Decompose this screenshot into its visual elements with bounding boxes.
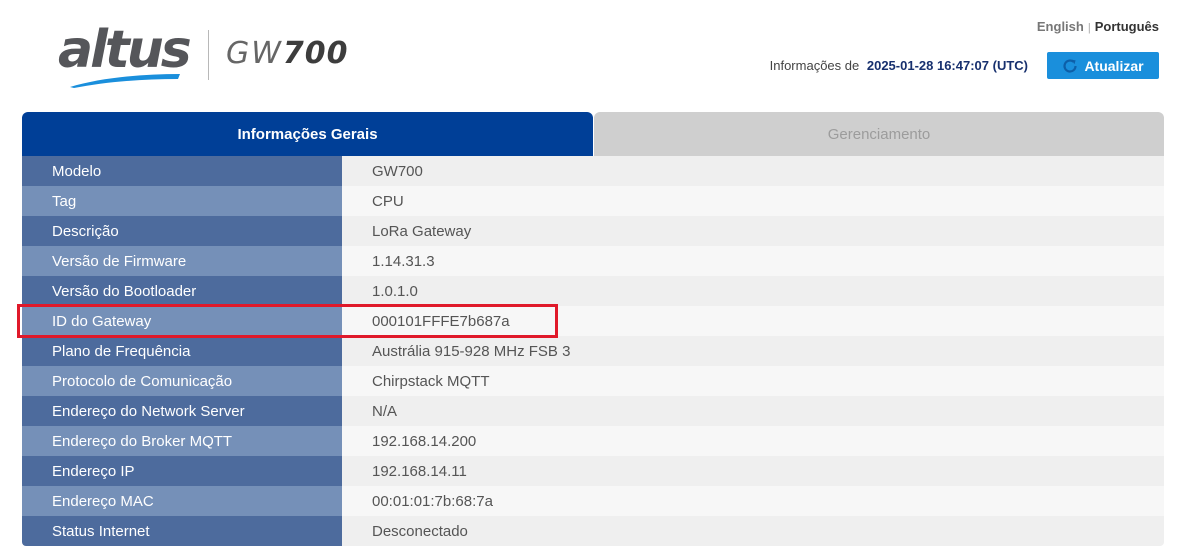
table-row: Descrição LoRa Gateway bbox=[22, 216, 1164, 246]
language-selector: English | Português bbox=[1037, 19, 1159, 34]
tab-informacoes-gerais[interactable]: Informações Gerais bbox=[22, 112, 593, 156]
language-separator: | bbox=[1087, 22, 1091, 34]
row-value: N/A bbox=[342, 396, 1164, 426]
language-english-link[interactable]: English bbox=[1037, 19, 1084, 34]
general-info-table: Modelo GW700 Tag CPU Descrição LoRa Gateway… bbox=[22, 156, 1164, 546]
logo-divider bbox=[208, 30, 209, 80]
row-value: LoRa Gateway bbox=[342, 216, 1164, 246]
row-value: Desconectado bbox=[342, 516, 1164, 546]
row-value: 192.168.14.11 bbox=[342, 456, 1164, 486]
row-value: CPU bbox=[342, 186, 1164, 216]
row-value: 192.168.14.200 bbox=[342, 426, 1164, 456]
table-row: ID do Gateway 000101FFFE7b687a bbox=[22, 306, 1164, 336]
model-prefix: GW bbox=[226, 36, 283, 71]
row-value: Austrália 915-928 MHz FSB 3 bbox=[342, 336, 1164, 366]
row-value: 000101FFFE7b687a bbox=[342, 306, 1164, 336]
row-value: 1.14.31.3 bbox=[342, 246, 1164, 276]
table-row: Status Internet Desconectado bbox=[22, 516, 1164, 546]
refresh-button-label: Atualizar bbox=[1084, 57, 1144, 74]
table-row: Endereço MAC 00:01:01:7b:68:7a bbox=[22, 486, 1164, 516]
row-label: Descrição bbox=[22, 216, 342, 246]
table-row: Versão de Firmware 1.14.31.3 bbox=[22, 246, 1164, 276]
language-portuguese-link[interactable]: Português bbox=[1095, 19, 1159, 34]
row-label: Endereço do Broker MQTT bbox=[22, 426, 342, 456]
row-label: ID do Gateway bbox=[22, 306, 342, 336]
table-row: Endereço do Network Server N/A bbox=[22, 396, 1164, 426]
info-timestamp: 2025-01-28 16:47:07 (UTC) bbox=[866, 58, 1028, 73]
row-label: Tag bbox=[22, 186, 342, 216]
info-timestamp-line: Informações de 2025-01-28 16:47:07 (UTC) bbox=[770, 58, 1028, 73]
row-label: Modelo bbox=[22, 156, 342, 186]
table-row: Endereço IP 192.168.14.11 bbox=[22, 456, 1164, 486]
table-row: Tag CPU bbox=[22, 186, 1164, 216]
row-value: 00:01:01:7b:68:7a bbox=[342, 486, 1164, 516]
refresh-button[interactable]: Atualizar bbox=[1047, 52, 1159, 79]
refresh-icon bbox=[1063, 58, 1078, 73]
model-logo: GW700 bbox=[226, 36, 349, 72]
table-row: Protocolo de Comunicação Chirpstack MQTT bbox=[22, 366, 1164, 396]
row-value: GW700 bbox=[342, 156, 1164, 186]
table-row: Versão do Bootloader 1.0.1.0 bbox=[22, 276, 1164, 306]
row-label: Versão do Bootloader bbox=[22, 276, 342, 306]
row-label: Versão de Firmware bbox=[22, 246, 342, 276]
brand-name: altus bbox=[58, 20, 192, 80]
model-number: 700 bbox=[282, 36, 349, 71]
row-label: Endereço MAC bbox=[22, 486, 342, 516]
row-value: 1.0.1.0 bbox=[342, 276, 1164, 306]
table-row: Modelo GW700 bbox=[22, 156, 1164, 186]
altus-logo: altus GW700 bbox=[58, 22, 358, 92]
row-label: Protocolo de Comunicação bbox=[22, 366, 342, 396]
table-row: Plano de Frequência Austrália 915-928 MHz… bbox=[22, 336, 1164, 366]
row-label: Plano de Frequência bbox=[22, 336, 342, 366]
logo-swoosh-icon bbox=[70, 74, 180, 88]
row-label: Status Internet bbox=[22, 516, 342, 546]
info-label: Informações de bbox=[769, 58, 860, 73]
row-label: Endereço IP bbox=[22, 456, 342, 486]
table-row: Endereço do Broker MQTT 192.168.14.200 bbox=[22, 426, 1164, 456]
tab-gerenciamento[interactable]: Gerenciamento bbox=[594, 112, 1164, 156]
row-value: Chirpstack MQTT bbox=[342, 366, 1164, 396]
row-label: Endereço do Network Server bbox=[22, 396, 342, 426]
